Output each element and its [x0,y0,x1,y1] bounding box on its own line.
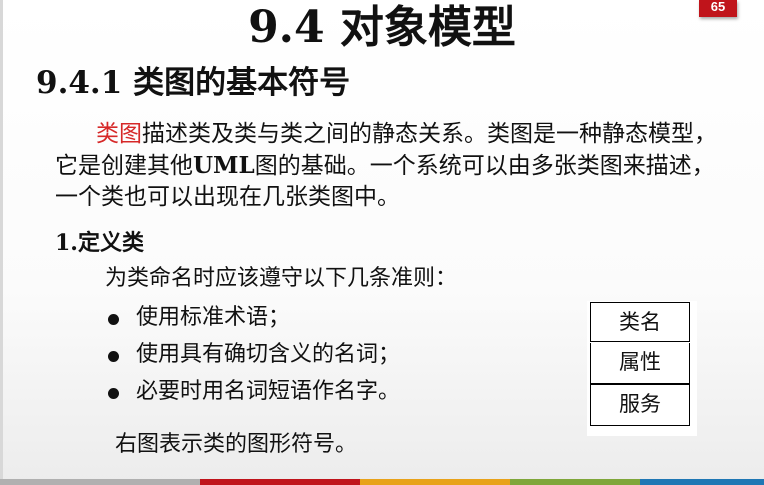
list-item-text: 使用具有确切含义的名词； [136,342,401,367]
intro-paragraph: 类图描述类及类与类之间的静态关系。类图是一种静态模型，它是创建其他UML图的基础… [55,119,735,213]
attributes-compartment: 属性 [590,343,690,384]
uml-term: UML [193,152,255,179]
slide-left-edge [0,0,3,485]
bullet-icon [108,388,119,399]
naming-rules-intro: 为类命名时应该遵守以下几条准则： [105,266,458,291]
bottom-bar-segment [640,479,764,485]
list-item: 必要时用名词短语作名字。 [104,377,400,414]
list-item-text: 使用标准术语； [136,305,291,330]
section-heading: 1.定义类 [55,230,144,256]
list-item: 使用标准术语； [104,303,400,340]
bottom-bar-segment [200,479,360,485]
bottom-bar-segment [0,479,200,485]
bottom-bar-segment [360,479,510,485]
bottom-color-bar [0,479,764,485]
bullet-icon [108,314,119,325]
uml-class-symbol: 类名 属性 服务 [587,301,697,436]
list-item: 使用具有确切含义的名词； [104,340,400,377]
slide-title: 9.4 对象模型 [248,2,516,53]
bottom-bar-segment [510,479,640,485]
operations-compartment: 服务 [590,384,690,426]
highlight-term: 类图 [96,121,142,147]
figure-caption: 右图表示类的图形符号。 [115,432,358,457]
slide-subtitle: 9.4.1 类图的基本符号 [36,65,351,101]
bullet-icon [108,351,119,362]
naming-rules-list: 使用标准术语； 使用具有确切含义的名词； 必要时用名词短语作名字。 [104,303,400,414]
list-item-text: 必要时用名词短语作名字。 [136,379,401,404]
class-name-compartment: 类名 [590,302,690,342]
